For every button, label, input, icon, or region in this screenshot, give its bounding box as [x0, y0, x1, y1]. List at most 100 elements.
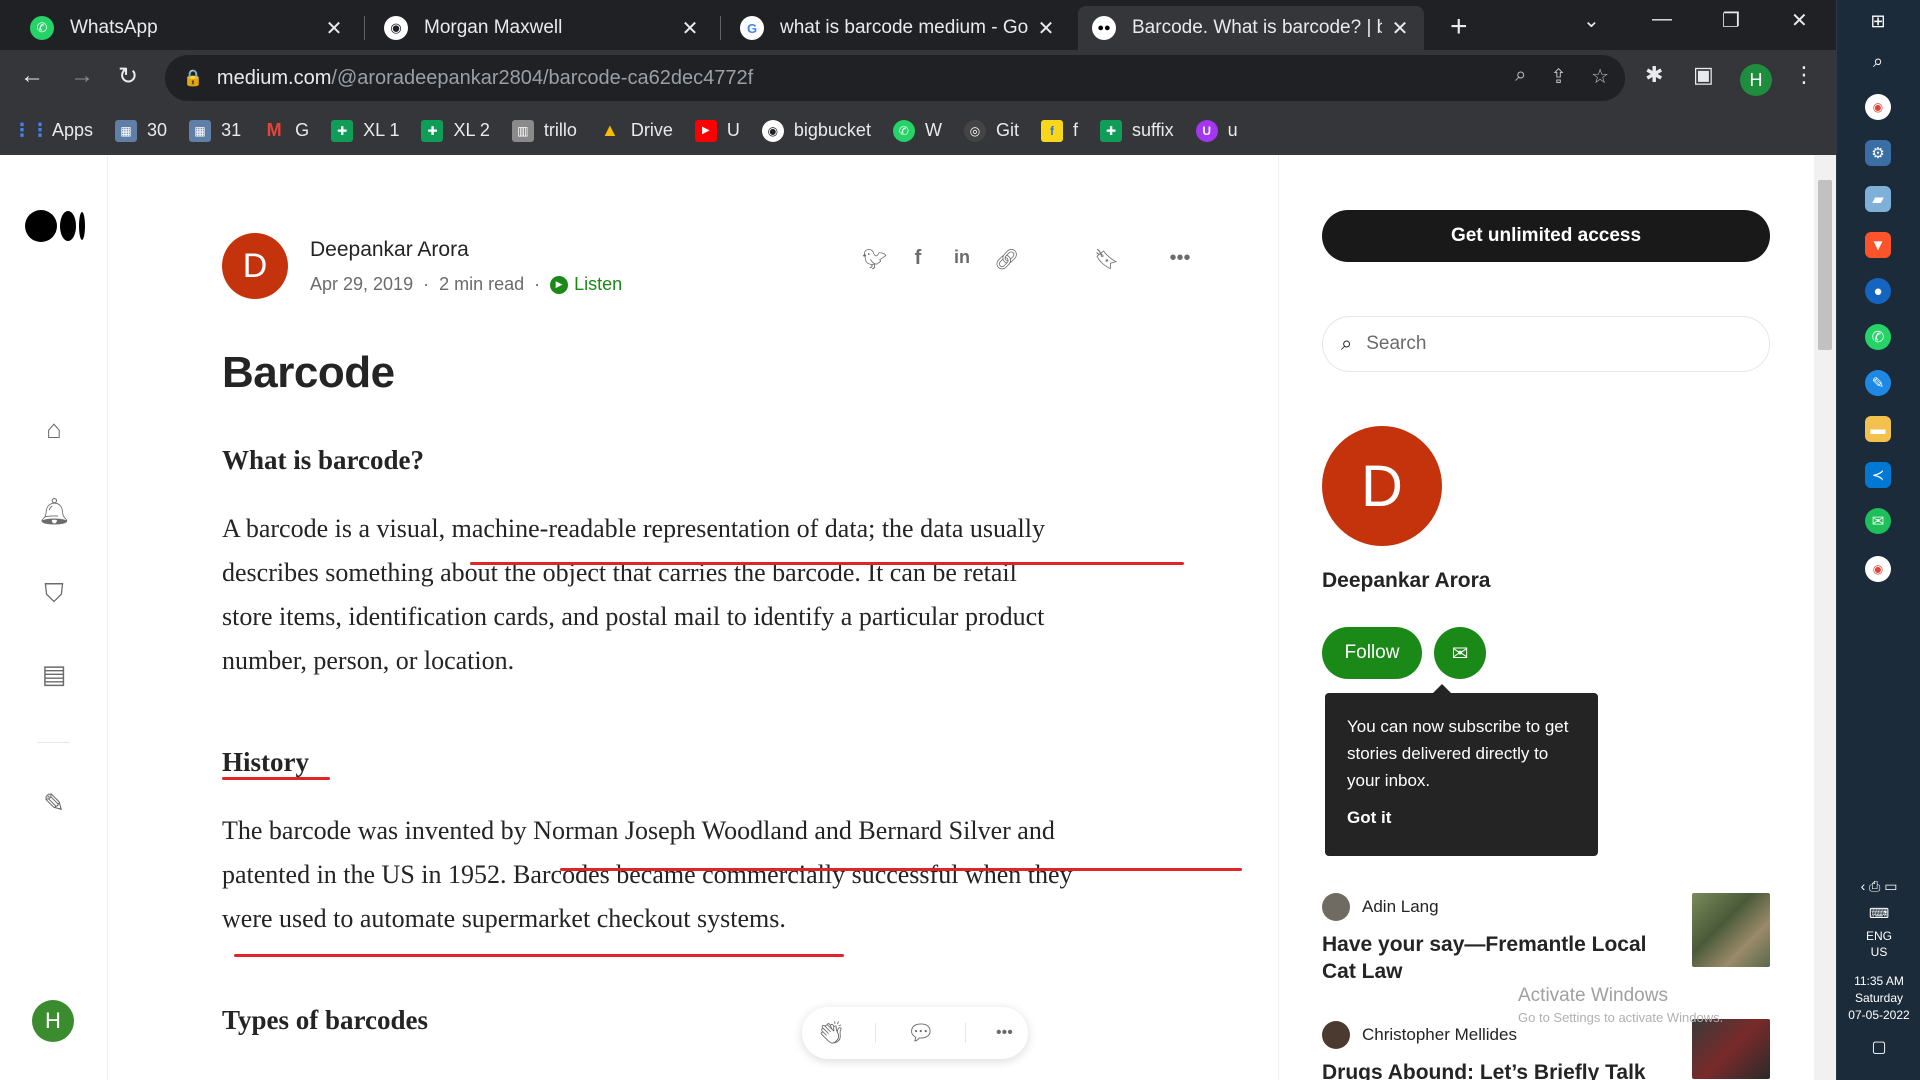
vscode-icon[interactable]: ≺: [1865, 462, 1891, 488]
medium-icon: ●●: [1092, 16, 1116, 40]
facebook-icon[interactable]: f: [906, 247, 930, 272]
reload-button[interactable]: ↻: [118, 62, 138, 91]
forward-button[interactable]: →: [70, 62, 94, 90]
extensions-icon[interactable]: ✱: [1645, 62, 1663, 88]
compass-icon[interactable]: ✎: [1865, 370, 1891, 396]
clap-icon[interactable]: 👏︎: [817, 1020, 845, 1046]
close-icon[interactable]: ✕: [1036, 16, 1056, 41]
brave-icon[interactable]: ▼: [1865, 232, 1891, 258]
windows-start-icon[interactable]: ⊞: [1865, 8, 1891, 34]
story-title[interactable]: Have your say—Fremantle Local Cat Law: [1322, 931, 1662, 985]
whatsapp-icon[interactable]: ✆: [1865, 324, 1891, 350]
story-thumbnail[interactable]: [1692, 893, 1770, 967]
recommended-story[interactable]: Adin Lang Have your say—Fremantle Local …: [1322, 893, 1770, 985]
bookmark-suffix[interactable]: ✚ suffix: [1099, 119, 1174, 142]
bookmark-bigbucket[interactable]: ◉ bigbucket: [761, 119, 871, 142]
chrome-icon[interactable]: ◉: [1865, 94, 1891, 120]
profile-avatar[interactable]: H: [1740, 64, 1772, 96]
bar-divider: [875, 1023, 877, 1043]
minimize-button[interactable]: —: [1652, 8, 1672, 31]
clock-time[interactable]: 11:35 AM: [1837, 973, 1920, 989]
bookmark-udemy[interactable]: Uu: [1195, 119, 1238, 142]
story-title[interactable]: Drugs Abound: Let’s Briefly Talk: [1322, 1059, 1662, 1080]
author-avatar[interactable]: D: [222, 233, 288, 299]
bookmark-xl1[interactable]: ✚ XL 1: [331, 119, 399, 142]
bell-icon[interactable]: 🔔︎: [38, 495, 71, 527]
close-icon[interactable]: ✕: [324, 16, 344, 41]
close-icon[interactable]: ✕: [1390, 16, 1410, 41]
linkedin-icon[interactable]: in: [950, 247, 974, 272]
follow-button[interactable]: Follow: [1322, 627, 1422, 679]
tab-medium-barcode[interactable]: ●● Barcode. What is barcode? | by ✕: [1078, 6, 1424, 50]
clock-day[interactable]: Saturday: [1837, 990, 1920, 1006]
notifications-icon[interactable]: ▢: [1837, 1040, 1920, 1056]
comment-icon[interactable]: 💬︎: [907, 1020, 935, 1046]
stories-icon[interactable]: ▤: [38, 658, 70, 690]
more-icon[interactable]: •••: [996, 1024, 1013, 1042]
page-scrollbar[interactable]: [1814, 155, 1836, 1080]
story-thumbnail[interactable]: [1692, 1019, 1770, 1079]
paragraph-line: describes something about the object tha…: [222, 558, 1017, 587]
tab-morgan-maxwell[interactable]: ◉ Morgan Maxwell ✕: [370, 6, 714, 50]
menu-icon[interactable]: ⋮: [1793, 62, 1815, 88]
get-unlimited-access-button[interactable]: Get unlimited access: [1322, 210, 1770, 262]
lock-icon[interactable]: 🔒: [183, 68, 203, 88]
new-tab-button[interactable]: +: [1450, 10, 1468, 44]
zoom-icon[interactable]: ⌕: [1515, 64, 1526, 89]
language-us[interactable]: US: [1837, 944, 1920, 960]
sidebar-author-name[interactable]: Deepankar Arora: [1322, 569, 1490, 593]
clock-date[interactable]: 07-05-2022: [1837, 1007, 1920, 1023]
bookmarks-icon[interactable]: ⛉: [38, 577, 70, 609]
paragraph-line: store items, identification cards, and p…: [222, 602, 1045, 631]
tab-whatsapp[interactable]: ✆ WhatsApp ✕: [16, 6, 358, 50]
link-icon[interactable]: 🔗︎: [994, 247, 1019, 272]
save-bookmark-icon[interactable]: 🔖︎: [1094, 247, 1119, 272]
back-button[interactable]: ←: [20, 62, 44, 90]
tab-search-icon[interactable]: ⌄: [1583, 8, 1600, 33]
scrollbar-thumb[interactable]: [1818, 180, 1832, 350]
recommended-story[interactable]: Christopher Mellides Drugs Abound: Let’s…: [1322, 1019, 1770, 1080]
share-icon[interactable]: ⇪: [1550, 64, 1567, 89]
subscribe-email-button[interactable]: ✉: [1434, 627, 1486, 679]
more-icon[interactable]: •••: [1168, 247, 1192, 272]
author-name[interactable]: Deepankar Arora: [310, 238, 469, 262]
sidebar-author-avatar[interactable]: D: [1322, 426, 1442, 546]
user-avatar[interactable]: H: [32, 1000, 74, 1042]
chrome-icon[interactable]: ◉: [1865, 556, 1891, 582]
side-panel-icon[interactable]: ▣: [1693, 62, 1714, 88]
restore-button[interactable]: ❐: [1722, 8, 1740, 33]
publish-date: Apr 29, 2019: [310, 274, 414, 294]
bookmark-flipkart[interactable]: ff: [1040, 119, 1078, 142]
bookmark-xl2[interactable]: ✚ XL 2: [421, 119, 490, 142]
bookmark-drive[interactable]: ▲ Drive: [599, 120, 673, 142]
bookmark-gmail[interactable]: MG: [263, 120, 310, 142]
got-it-button[interactable]: Got it: [1347, 804, 1576, 831]
bookmark-30[interactable]: ▦ 30: [115, 119, 167, 142]
chat-icon[interactable]: ✉: [1865, 508, 1891, 534]
bookmark-git[interactable]: ◎ Git: [963, 119, 1019, 142]
close-window-button[interactable]: ✕: [1791, 8, 1808, 33]
bookmark-youtube[interactable]: ▶ U: [694, 119, 740, 142]
search-input[interactable]: ⌕ Search: [1322, 316, 1770, 372]
tray-icons[interactable]: ‹ ⎙ ▭: [1837, 878, 1920, 894]
star-icon[interactable]: ☆: [1591, 64, 1609, 89]
close-icon[interactable]: ✕: [680, 16, 700, 41]
address-bar[interactable]: 🔒 medium.com /@aroradeepankar2804/barcod…: [165, 55, 1625, 101]
tab-google-search[interactable]: G what is barcode medium - Goog ✕: [726, 6, 1070, 50]
listen-button[interactable]: ▶ Listen: [550, 274, 622, 295]
bookmark-whatsapp[interactable]: ✆ W: [892, 119, 942, 142]
home-icon[interactable]: ⌂: [38, 413, 70, 445]
keyboard-icon[interactable]: ⌨: [1837, 905, 1920, 921]
search-icon[interactable]: ⌕: [1865, 48, 1891, 74]
bookmark-trillo[interactable]: ▥ trillo: [511, 119, 577, 142]
app-icon[interactable]: ⚙: [1865, 140, 1891, 166]
app-icon[interactable]: ▰: [1865, 186, 1891, 212]
medium-logo[interactable]: [25, 210, 85, 242]
language-eng[interactable]: ENG: [1837, 928, 1920, 944]
bookmark-apps[interactable]: ⋮⋮ Apps: [13, 120, 93, 142]
folder-icon[interactable]: ▬: [1865, 416, 1891, 442]
write-icon[interactable]: ✎: [38, 787, 70, 819]
location-icon[interactable]: ●: [1865, 278, 1891, 304]
twitter-icon[interactable]: 🐦︎: [862, 247, 887, 272]
bookmark-31[interactable]: ▦ 31: [189, 119, 241, 142]
